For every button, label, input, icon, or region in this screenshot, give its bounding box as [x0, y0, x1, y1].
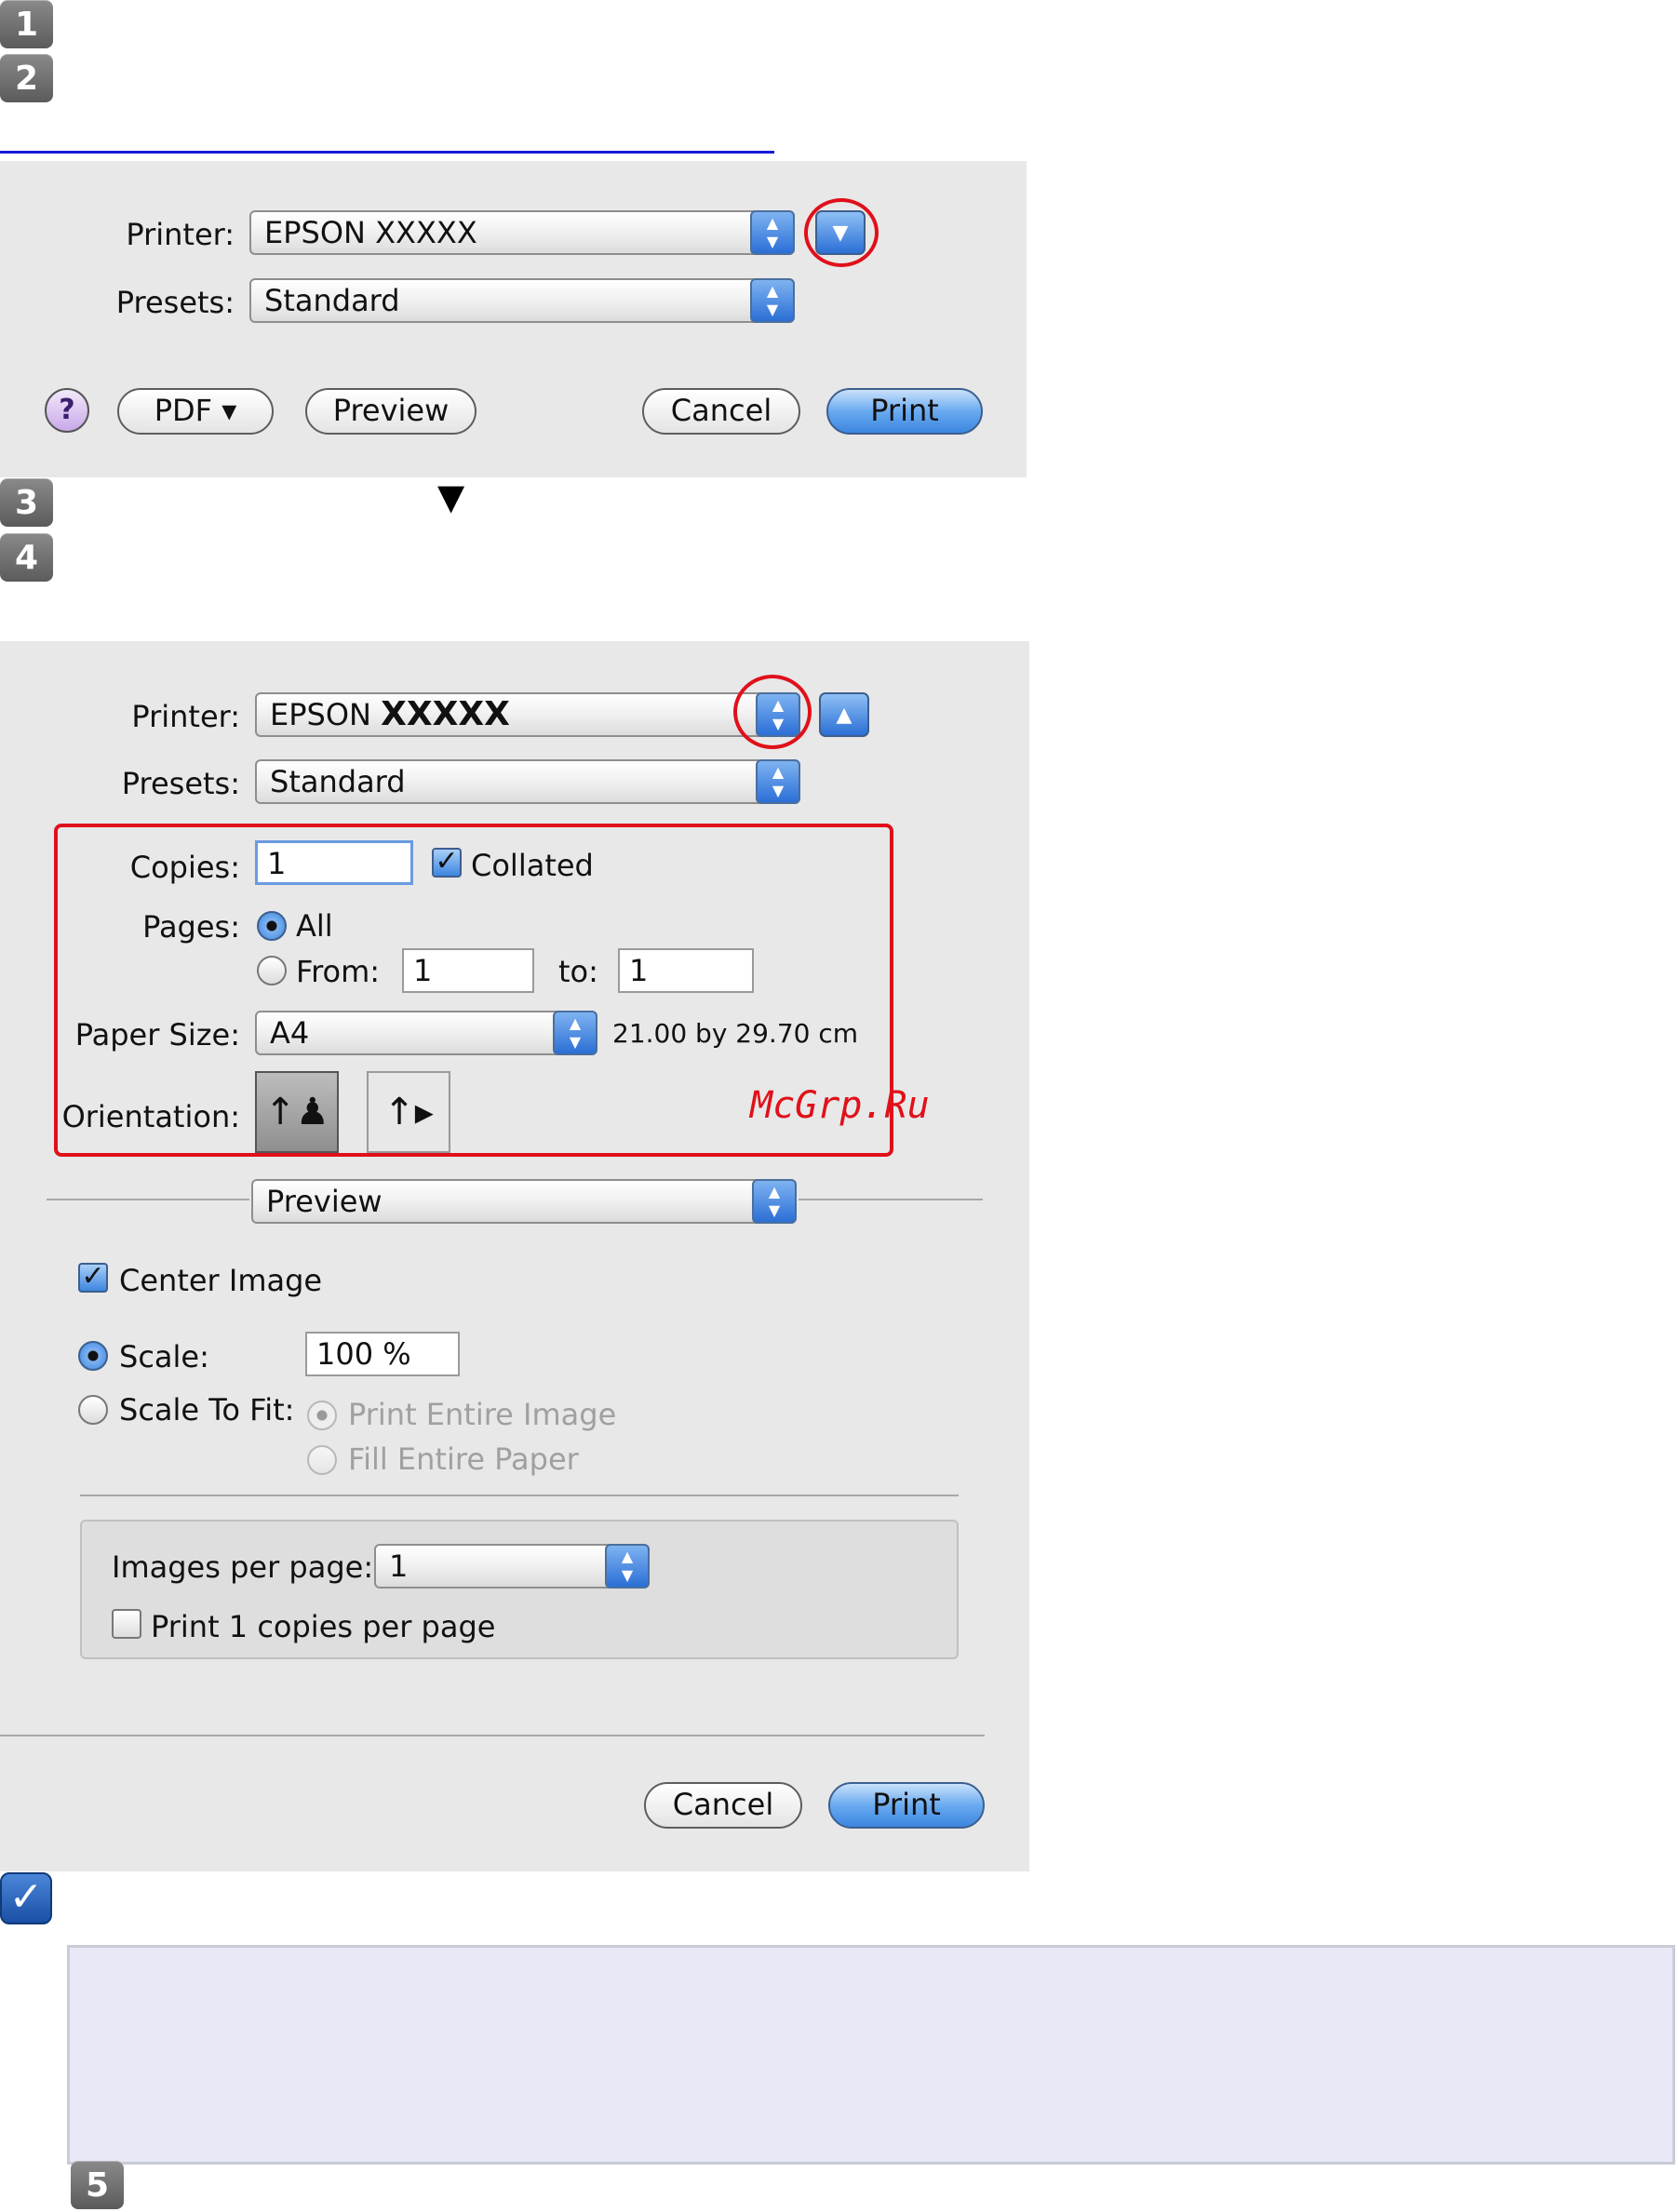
- printer-brand: EPSON: [270, 697, 371, 732]
- updown-arrows-icon: ▲ ▼: [750, 278, 795, 323]
- printer-label: Printer:: [131, 699, 240, 734]
- pages-all-label: All: [296, 908, 333, 944]
- collated-checkbox[interactable]: ✓: [432, 848, 462, 878]
- print-button[interactable]: Print: [828, 1782, 985, 1829]
- landscape-person-icon: ↑▸: [383, 1091, 434, 1133]
- printer-model: XXXXX: [381, 695, 510, 733]
- cancel-button[interactable]: Cancel: [642, 388, 800, 435]
- pages-all-radio[interactable]: [257, 911, 287, 941]
- copies-field[interactable]: 1: [255, 840, 413, 885]
- presets-value: Standard: [264, 283, 400, 318]
- printer-value: EPSON XXXXX: [270, 694, 510, 735]
- scale-to-fit-radio[interactable]: [78, 1395, 108, 1425]
- divider-left: [47, 1199, 249, 1200]
- updown-arrows-icon: ▲ ▼: [750, 210, 795, 255]
- portrait-orientation-button[interactable]: ↑♟: [255, 1071, 339, 1153]
- to-label: to:: [558, 954, 598, 989]
- updown-arrows-icon: ▲ ▼: [553, 1011, 597, 1055]
- orientation-label: Orientation:: [61, 1099, 240, 1134]
- printer-popup[interactable]: EPSON XXXXX ▲ ▼: [255, 692, 800, 737]
- presets-popup[interactable]: Standard ▲ ▼: [249, 278, 795, 323]
- print-copies-per-page-label: Print 1 copies per page: [151, 1609, 496, 1644]
- updown-arrows-icon: ▲ ▼: [752, 1179, 797, 1224]
- collapsed-print-dialog: Printer: EPSON XXXXX ▲ ▼ ▼ Presets: Stand…: [0, 161, 1027, 477]
- presets-label: Presets:: [121, 766, 240, 801]
- step-2-badge: 2: [0, 54, 53, 102]
- divider-right: [799, 1199, 983, 1200]
- expanded-print-dialog: Printer: EPSON XXXXX ▲ ▼ ▲ Presets: Stand…: [0, 641, 1029, 1871]
- printer-popup[interactable]: EPSON XXXXX ▲ ▼: [249, 210, 795, 255]
- paper-size-label: Paper Size:: [74, 1017, 240, 1052]
- pdf-button[interactable]: PDF ▾: [117, 388, 274, 435]
- step-4-badge: 4: [0, 533, 53, 582]
- scale-radio[interactable]: [78, 1341, 108, 1371]
- updown-arrows-icon: ▲ ▼: [756, 759, 800, 804]
- note-box: [67, 1945, 1675, 2165]
- printer-value: EPSON XXXXX: [264, 215, 477, 250]
- presets-label: Presets:: [115, 285, 235, 320]
- print-entire-image-label: Print Entire Image: [348, 1397, 617, 1432]
- scale-label: Scale:: [119, 1339, 209, 1374]
- cancel-button[interactable]: Cancel: [644, 1782, 802, 1829]
- step-5-badge: 5: [71, 2161, 124, 2209]
- print-button[interactable]: Print: [826, 388, 983, 435]
- to-field[interactable]: 1: [618, 948, 754, 993]
- divider: [0, 1735, 985, 1736]
- watermark: McGrp.Ru: [750, 1084, 930, 1127]
- updown-arrows-icon: ▲ ▼: [605, 1544, 650, 1589]
- landscape-orientation-button[interactable]: ↑▸: [367, 1071, 450, 1153]
- section-popup[interactable]: Preview ▲ ▼: [251, 1179, 797, 1224]
- highlight-circle: [804, 198, 879, 267]
- print-copies-per-page-checkbox[interactable]: [112, 1609, 141, 1639]
- fill-entire-paper-radio[interactable]: [307, 1445, 337, 1475]
- print-entire-image-radio[interactable]: [307, 1401, 337, 1430]
- divider: [80, 1495, 959, 1496]
- images-per-page-popup[interactable]: 1 ▲ ▼: [374, 1544, 650, 1589]
- printer-label: Printer:: [126, 217, 235, 252]
- paper-size-popup[interactable]: A4 ▲ ▼: [255, 1011, 597, 1055]
- collapse-disclosure-button[interactable]: ▲: [819, 692, 869, 737]
- section-rule: [0, 151, 774, 154]
- collated-label: Collated: [471, 848, 594, 883]
- center-image-label: Center Image: [119, 1263, 323, 1298]
- images-per-page-value: 1: [389, 1548, 409, 1584]
- checkmark-note-icon: ✓: [0, 1872, 52, 1924]
- copies-label: Copies:: [129, 850, 240, 885]
- triangle-up-icon: ▲: [836, 703, 852, 727]
- paper-dimensions: 21.00 by 29.70 cm: [612, 1018, 859, 1049]
- triangle-down-icon: ▼: [437, 476, 465, 517]
- section-value: Preview: [266, 1184, 383, 1219]
- presets-value: Standard: [270, 764, 406, 799]
- preview-button[interactable]: Preview: [305, 388, 477, 435]
- help-button[interactable]: ?: [45, 388, 89, 433]
- paper-size-value: A4: [270, 1015, 310, 1051]
- presets-popup[interactable]: Standard ▲ ▼: [255, 759, 800, 804]
- images-per-page-label: Images per page:: [112, 1549, 374, 1585]
- scale-to-fit-label: Scale To Fit:: [119, 1392, 295, 1428]
- pages-from-radio[interactable]: [257, 956, 287, 985]
- from-field[interactable]: 1: [402, 948, 534, 993]
- scale-field[interactable]: 100 %: [305, 1332, 460, 1376]
- pages-label: Pages:: [142, 909, 240, 945]
- highlight-circle: [733, 675, 812, 749]
- pages-from-label: From:: [296, 954, 381, 989]
- fill-entire-paper-label: Fill Entire Paper: [348, 1441, 579, 1477]
- center-image-checkbox[interactable]: ✓: [78, 1263, 108, 1293]
- step-1-badge: 1: [0, 0, 53, 48]
- step-3-badge: 3: [0, 478, 53, 527]
- portrait-person-icon: ↑♟: [264, 1091, 329, 1133]
